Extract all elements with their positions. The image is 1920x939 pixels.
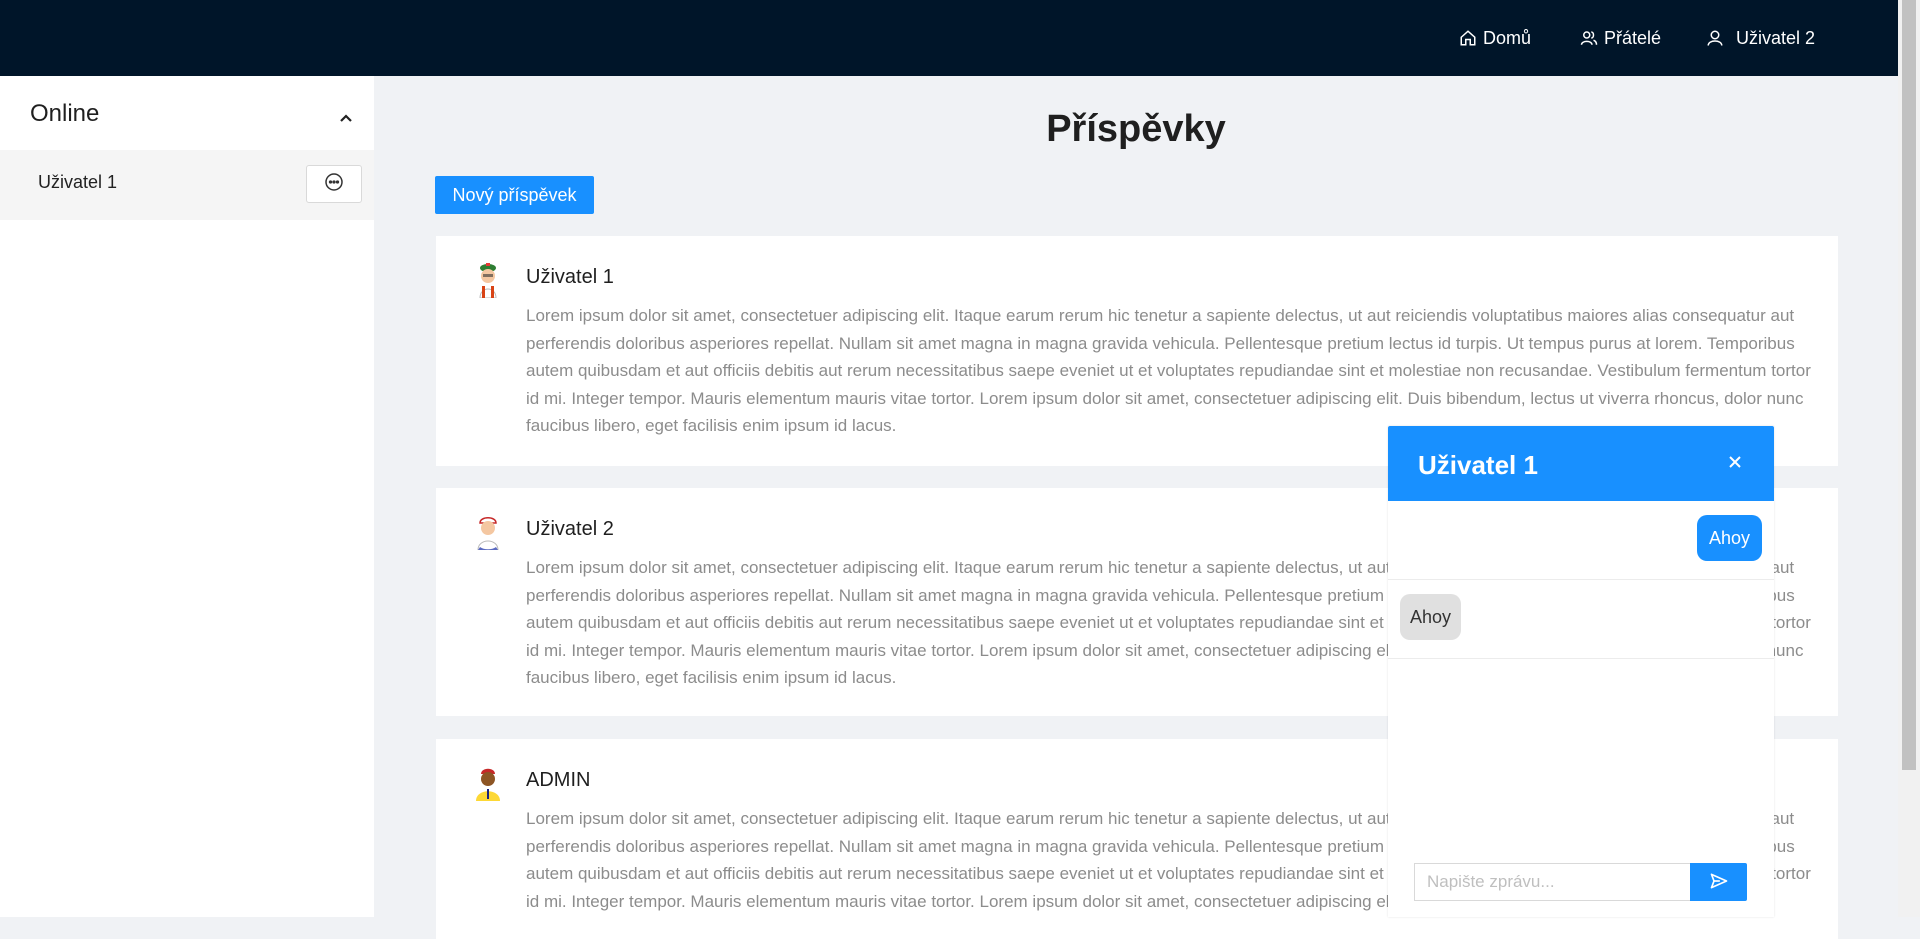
- nav-user[interactable]: Uživatel 2: [1706, 0, 1815, 76]
- online-heading: Online: [30, 100, 100, 127]
- nav-user-label: Uživatel 2: [1736, 27, 1816, 48]
- chevron-up-icon[interactable]: [338, 110, 354, 131]
- new-post-button[interactable]: Nový příspěvek: [435, 176, 594, 214]
- home-icon: [1459, 29, 1477, 47]
- nav-friends[interactable]: Přátelé: [1580, 0, 1661, 76]
- post-author: Uživatel 1: [526, 266, 614, 288]
- top-navbar: Domů Přátelé Uživatel 2: [0, 0, 1898, 76]
- chat-message: Ahoy: [1388, 501, 1774, 580]
- send-icon: [1709, 871, 1729, 894]
- nav-friends-label: Přátelé: [1604, 27, 1662, 48]
- post-text: Lorem ipsum dolor sit amet, consectetuer…: [526, 306, 1811, 436]
- post-author: ADMIN: [526, 769, 591, 791]
- avatar: [470, 765, 506, 801]
- incoming-message-bubble: Ahoy: [1400, 594, 1462, 640]
- message-input[interactable]: [1414, 863, 1692, 901]
- team-icon: [1580, 29, 1598, 47]
- send-button[interactable]: [1690, 863, 1747, 901]
- user-icon: [1706, 29, 1724, 47]
- chat-header: Uživatel 1: [1388, 426, 1774, 501]
- close-icon[interactable]: [1723, 450, 1747, 479]
- avatar: [470, 262, 506, 299]
- post-author: Uživatel 2: [526, 518, 614, 540]
- scrollbar-thumb[interactable]: [1902, 0, 1916, 770]
- nav-home[interactable]: Domů: [1459, 0, 1531, 76]
- open-chat-button[interactable]: [306, 165, 362, 203]
- message-icon: [324, 172, 344, 197]
- avatar: [470, 514, 506, 551]
- chat-title: Uživatel 1: [1418, 450, 1538, 480]
- outgoing-message-bubble: Ahoy: [1696, 515, 1762, 561]
- page-title: Příspěvky: [1046, 108, 1226, 150]
- online-user-label: Uživatel 1: [38, 172, 118, 192]
- chat-message: Ahoy: [1388, 580, 1774, 659]
- nav-home-label: Domů: [1483, 27, 1532, 48]
- chat-window: Uživatel 1 Ahoy Ahoy: [1388, 426, 1774, 917]
